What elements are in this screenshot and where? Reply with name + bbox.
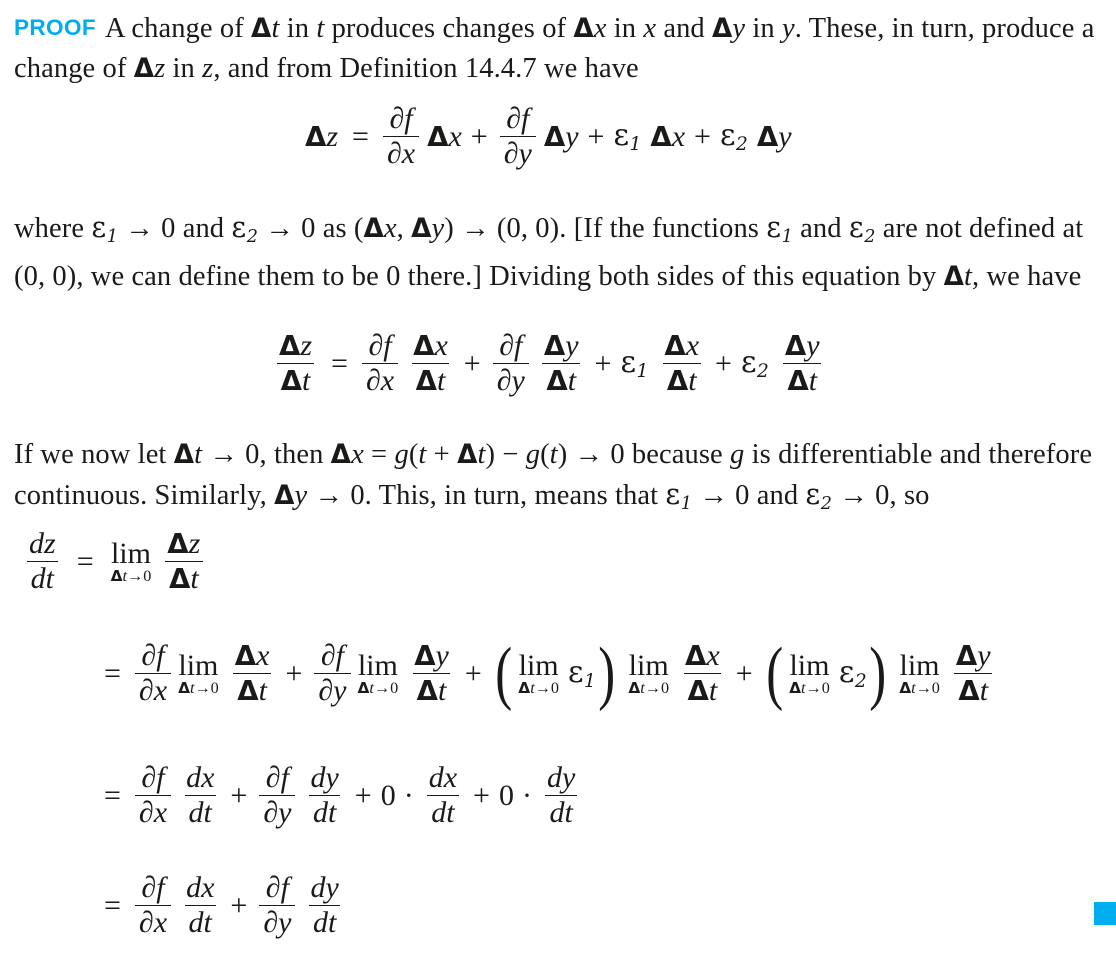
delta-y-over-delta-t-fraction: Δy Δt <box>954 639 993 708</box>
partial-f-partial-x-fraction: ∂f ∂x <box>361 329 399 398</box>
partial-f-partial-x-fraction: ∂f ∂x <box>134 761 172 830</box>
dy-over-dt-fraction: dy dt <box>545 761 577 830</box>
proof-page: PROOF A change of Δt in t produces change… <box>0 0 1116 966</box>
proof-intro-paragraph: PROOF A change of Δt in t produces change… <box>14 8 1112 89</box>
paragraph-1-text: A change of Δt in t produces changes of … <box>14 13 1095 84</box>
proof-where-paragraph: where ε1 → 0 and ε2 → 0 as (Δx, Δy) → (0… <box>14 211 1084 292</box>
partial-f-partial-y-fraction: ∂f ∂y <box>492 329 529 398</box>
partial-f-partial-y-fraction: ∂f ∂y <box>499 102 536 171</box>
zero-term: 0 <box>498 778 514 812</box>
partial-f-partial-y-fraction: ∂f ∂y <box>259 761 296 830</box>
limit-operator: lim Δt→0 <box>789 648 830 698</box>
dy-over-dt-fraction: dy dt <box>308 871 341 940</box>
dx-over-dt-fraction: dx dt <box>184 871 216 940</box>
delta-x-over-delta-t-fraction: Δx Δt <box>662 329 701 398</box>
proof-label: PROOF <box>14 15 97 40</box>
partial-f-partial-x-fraction: ∂f ∂x <box>382 102 420 171</box>
limit-epsilon-1-group: ( lim Δt→0 ε1 ) <box>495 634 616 713</box>
partial-f-partial-x-fraction: ∂f ∂x <box>134 639 172 708</box>
delta-y-over-delta-t-fraction: Δy Δt <box>412 639 451 708</box>
equation-limit-distributed: = ∂f ∂x lim Δt→0 Δx Δt + ∂f ∂y lim Δt→0 … <box>104 634 998 713</box>
paren-close: ) <box>598 634 616 713</box>
dx-over-dt-fraction: dx dt <box>427 761 459 830</box>
delta-y-over-delta-t-fraction: Δy Δt <box>783 329 822 398</box>
zero-term: 0 <box>380 778 396 812</box>
limit-operator: lim Δt→0 <box>357 648 399 698</box>
delta-x-over-delta-t-fraction: Δx Δt <box>233 639 271 708</box>
paren-open: ( <box>765 634 783 713</box>
paren-close: ) <box>868 634 886 713</box>
limit-operator: lim Δt→0 <box>178 648 219 698</box>
equation-divided-by-delta-t: Δz Δt = ∂f ∂x Δx Δt + ∂f ∂y Δy Δt + ε1 Δ… <box>272 329 827 398</box>
delta-x-over-delta-t-fraction: Δx Δt <box>411 329 450 398</box>
end-of-proof-square-icon <box>1094 902 1116 925</box>
delta-z-over-delta-t-fraction: Δz Δt <box>275 329 316 398</box>
paren-open: ( <box>495 634 512 713</box>
limit-operator: lim Δt→0 <box>628 648 670 698</box>
equation-dz-dt-limit: dz dt = lim Δt→0 Δz Δt <box>22 527 207 596</box>
delta-x-over-delta-t-fraction: Δx Δt <box>683 639 722 708</box>
delta-y-over-delta-t-fraction: Δy Δt <box>542 329 581 398</box>
delta-z-over-delta-t-fraction: Δz Δt <box>163 527 204 596</box>
dy-over-dt-fraction: dy dt <box>308 761 341 830</box>
delta-symbol: Δ <box>251 14 272 44</box>
dz-over-dt-fraction: dz dt <box>25 527 60 596</box>
limit-operator: lim Δt→0 <box>110 536 152 586</box>
limit-epsilon-2-group: ( lim Δt→0 ε2 ) <box>765 634 886 713</box>
equation-with-zeros: = ∂f ∂x dx dt + ∂f ∂y dy dt + 0 · dx dt … <box>104 761 582 830</box>
limit-operator: lim Δt→0 <box>899 648 940 698</box>
partial-f-partial-y-fraction: ∂f ∂y <box>259 871 296 940</box>
proof-limit-paragraph: If we now let Δt → 0, then Δx = g(t + Δt… <box>14 439 1093 514</box>
equation-delta-z-expansion: Δz = ∂f ∂x Δx + ∂f ∂y Δy + ε1 Δx + ε2 Δy <box>305 102 792 171</box>
equation-chain-rule-result: = ∂f ∂x dx dt + ∂f ∂y dy dt <box>104 871 346 940</box>
limit-operator: lim Δt→0 <box>518 648 559 698</box>
partial-f-partial-y-fraction: ∂f ∂y <box>314 639 351 708</box>
partial-f-partial-x-fraction: ∂f ∂x <box>134 871 172 940</box>
dx-over-dt-fraction: dx dt <box>184 761 216 830</box>
